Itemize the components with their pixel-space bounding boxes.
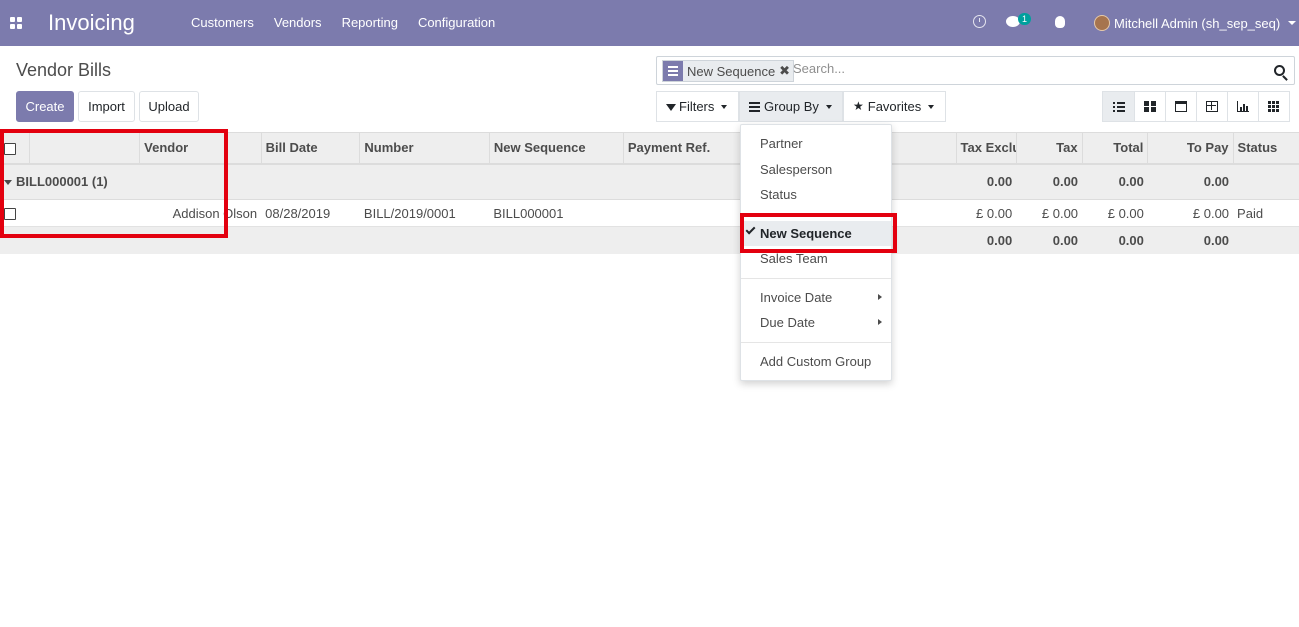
filters-button[interactable]: Filters — [656, 91, 739, 122]
total-to-pay: 0.00 — [1203, 232, 1230, 248]
group-by-button[interactable]: Group By — [739, 91, 843, 122]
column-header-number[interactable]: Number — [359, 132, 490, 165]
user-menu[interactable]: Mitchell Admin (sh_sep_seq) — [1114, 16, 1280, 31]
user-menu-caret-icon[interactable] — [1288, 21, 1296, 25]
column-header-tax-excluded[interactable]: Tax Excluded — [955, 132, 1017, 165]
total-tax: 0.00 — [1052, 232, 1079, 248]
highlight-box-new-sequence-option — [740, 213, 897, 253]
debug-bug-icon[interactable] — [1055, 16, 1065, 28]
submenu-arrow-icon — [878, 294, 882, 300]
cell-total: £ 0.00 — [1082, 199, 1148, 227]
upload-button[interactable]: Upload — [139, 91, 199, 122]
main-menu: Customers Vendors Reporting Configuratio… — [181, 0, 505, 46]
column-header-tax[interactable]: Tax — [1015, 132, 1083, 165]
filters-label: Filters — [679, 99, 715, 114]
favorites-label: Favorites — [867, 99, 922, 114]
groupby-option-due-date[interactable]: Due Date — [741, 310, 891, 335]
calendar-view-button[interactable] — [1165, 91, 1197, 122]
page-title[interactable]: Vendor Bills — [16, 60, 111, 81]
cell-tax: £ 0.00 — [1016, 199, 1083, 227]
star-icon: ★ — [853, 99, 864, 113]
menu-item-configuration[interactable]: Configuration — [408, 0, 505, 46]
group-tax-excluded: 0.00 — [956, 163, 1017, 200]
groupby-option-partner[interactable]: Partner — [741, 131, 891, 156]
total-tax-excluded: 0.00 — [986, 232, 1013, 248]
kanban-icon — [1144, 101, 1156, 112]
user-avatar[interactable] — [1094, 15, 1110, 31]
group-by-label: Group By — [764, 99, 819, 114]
menu-item-vendors[interactable]: Vendors — [264, 0, 332, 46]
app-title[interactable]: Invoicing — [48, 10, 135, 36]
facet-label: New Sequence — [687, 63, 776, 79]
cell-tax-excluded: £ 0.00 — [956, 199, 1017, 227]
column-header-to-pay[interactable]: To Pay — [1147, 132, 1234, 165]
submenu-arrow-icon — [878, 319, 882, 325]
apps-menu-icon[interactable] — [10, 17, 22, 29]
filter-icon — [666, 104, 676, 111]
cell-bill-date: 08/28/2019 — [261, 199, 360, 227]
list-view-button[interactable] — [1102, 91, 1135, 122]
search-icon[interactable] — [1274, 65, 1285, 76]
groupby-option-status[interactable]: Status — [741, 182, 891, 207]
activity-clock-icon[interactable] — [973, 15, 986, 28]
facet-remove-icon[interactable]: ✖ — [779, 63, 793, 79]
group-by-facet-icon — [663, 61, 683, 81]
group-by-icon — [749, 101, 760, 112]
pivot-view-button[interactable] — [1196, 91, 1228, 122]
search-facet: New Sequence ✖ — [662, 60, 795, 82]
list-icon — [1112, 101, 1125, 112]
kanban-view-button[interactable] — [1134, 91, 1166, 122]
cell-number: BILL/2019/0001 — [359, 199, 490, 227]
group-by-caret-icon — [825, 104, 832, 109]
group-total: 0.00 — [1082, 163, 1148, 200]
create-button[interactable]: Create — [16, 91, 74, 122]
bar-chart-icon — [1237, 101, 1249, 112]
cell-to-pay: £ 0.00 — [1147, 199, 1234, 227]
favorites-caret-icon — [928, 104, 935, 109]
cell-status: Paid — [1233, 199, 1299, 227]
dropdown-divider — [741, 278, 891, 279]
filters-caret-icon — [721, 104, 728, 109]
menu-item-customers[interactable]: Customers — [181, 0, 264, 46]
search-box[interactable]: New Sequence ✖ — [656, 56, 1295, 85]
graph-view-button[interactable] — [1227, 91, 1259, 122]
calendar-icon — [1175, 101, 1187, 112]
dropdown-divider — [741, 342, 891, 343]
view-switcher — [1102, 91, 1290, 122]
grid-icon — [1268, 101, 1280, 112]
column-header-bill-date[interactable]: Bill Date — [260, 132, 360, 165]
grid-view-button[interactable] — [1258, 91, 1290, 122]
group-to-pay: 0.00 — [1147, 163, 1234, 200]
total-total: 0.00 — [1118, 232, 1144, 248]
groupby-option-invoice-date-label: Invoice Date — [760, 290, 833, 305]
column-header-status[interactable]: Status — [1232, 132, 1299, 165]
group-tax: 0.00 — [1016, 163, 1083, 200]
favorites-button[interactable]: ★ Favorites — [843, 91, 946, 122]
top-navbar: Invoicing Customers Vendors Reporting Co… — [0, 0, 1299, 46]
column-header-new-sequence[interactable]: New Sequence — [488, 132, 624, 165]
groupby-option-due-date-label: Due Date — [760, 315, 815, 330]
groupby-option-invoice-date[interactable]: Invoice Date — [741, 285, 891, 310]
messages-badge: 1 — [1018, 13, 1031, 25]
menu-item-reporting[interactable]: Reporting — [332, 0, 408, 46]
import-button[interactable]: Import — [78, 91, 135, 122]
search-input[interactable] — [793, 61, 1253, 76]
cell-new-sequence: BILL000001 — [489, 199, 624, 227]
groupby-option-salesperson[interactable]: Salesperson — [741, 157, 891, 182]
highlight-box-grouped-row — [0, 129, 228, 238]
column-header-total[interactable]: Total — [1081, 132, 1148, 165]
pivot-table-icon — [1206, 101, 1218, 112]
add-custom-group[interactable]: Add Custom Group — [741, 349, 891, 374]
